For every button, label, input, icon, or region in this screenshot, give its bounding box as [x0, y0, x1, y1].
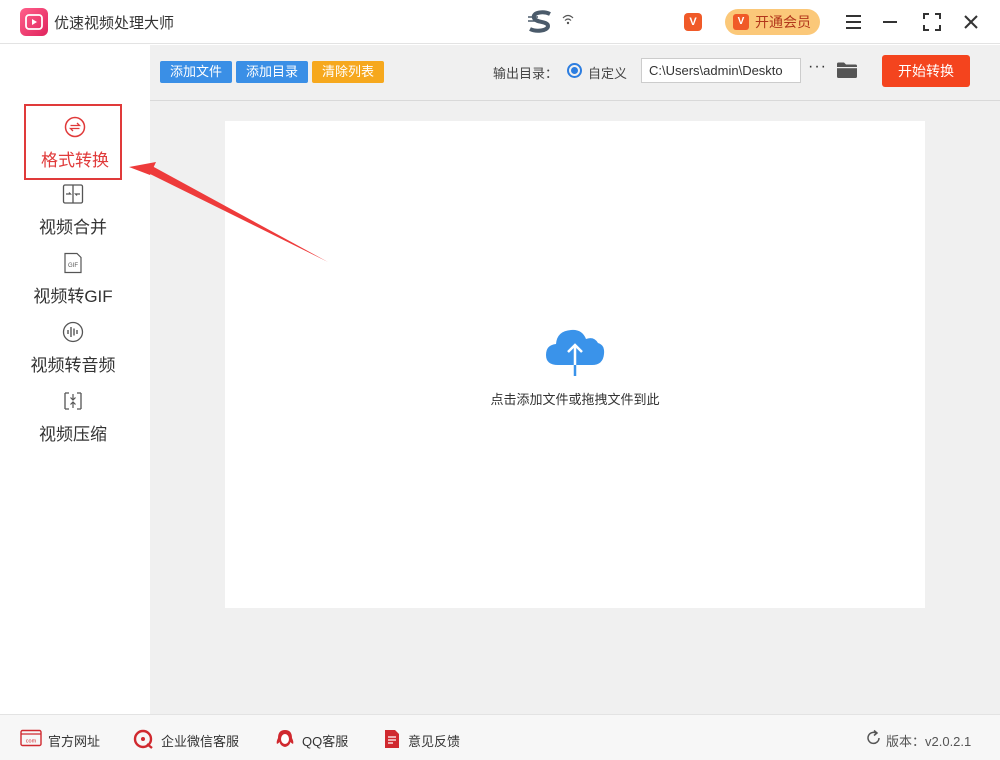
brand-s-icon: [526, 10, 556, 39]
website-label: 官方网址: [48, 734, 101, 749]
sidebar-item-video-to-audio[interactable]: 视频转音频: [24, 311, 122, 387]
feedback-icon: [382, 729, 402, 752]
merge-icon: [62, 183, 84, 205]
sidebar-item-video-compress[interactable]: 视频压缩: [24, 380, 122, 456]
website-icon: com: [20, 729, 42, 750]
clear-list-button[interactable]: 清除列表: [312, 61, 384, 83]
sidebar-item-label: 格式转换: [41, 151, 109, 170]
vip-button-label: 开通会员: [755, 14, 811, 30]
cloud-upload-icon: [544, 325, 606, 382]
drop-hint: 点击添加文件或拖拽文件到此: [490, 392, 660, 407]
qq-support-label: QQ客服: [302, 734, 349, 749]
convert-icon: [64, 116, 86, 138]
svg-text:com: com: [26, 739, 37, 745]
file-drop-zone[interactable]: 点击添加文件或拖拽文件到此: [225, 121, 925, 608]
wechat-support-link[interactable]: 企业微信客服: [133, 729, 253, 749]
open-membership-button[interactable]: V 开通会员: [725, 9, 820, 35]
title-bar: 优速视频处理大师 V V 开通会员: [0, 0, 1000, 44]
svg-text:GIF: GIF: [68, 263, 78, 269]
app-logo-icon: [20, 8, 48, 36]
app-title: 优速视频处理大师: [54, 15, 175, 32]
custom-radio-label[interactable]: 自定义: [588, 63, 627, 82]
sidebar-item-video-merge[interactable]: 视频合并: [24, 173, 122, 249]
sidebar: 格式转换 视频合并 GIF 视频转GIF 视频转音频 视频压缩: [0, 45, 150, 714]
folder-icon[interactable]: [836, 61, 858, 84]
wechat-support-label: 企业微信客服: [161, 734, 240, 749]
vip-icon[interactable]: V: [684, 13, 702, 31]
close-icon[interactable]: [959, 10, 983, 34]
official-website-link[interactable]: com 官方网址: [20, 729, 110, 749]
qq-icon: [274, 729, 296, 752]
maximize-icon[interactable]: [920, 10, 944, 34]
refresh-icon[interactable]: [866, 729, 882, 750]
sidebar-item-format-convert[interactable]: 格式转换: [24, 104, 122, 180]
compress-icon: [62, 390, 84, 412]
main-panel: 添加文件 添加目录 清除列表 输出目录： 自定义 ··· 开始转换 点击添加文件…: [150, 45, 1000, 714]
minimize-icon[interactable]: [878, 10, 902, 34]
wifi-icon: [562, 12, 574, 29]
more-options-button[interactable]: ···: [808, 58, 827, 76]
wechat-support-icon: [133, 729, 155, 752]
vip-badge-icon: V: [733, 14, 749, 30]
audio-wave-icon: [62, 321, 84, 343]
add-directory-button[interactable]: 添加目录: [236, 61, 308, 83]
output-path-input[interactable]: [641, 58, 801, 83]
custom-radio[interactable]: [567, 63, 582, 78]
sidebar-item-label: 视频压缩: [39, 425, 107, 444]
feedback-label: 意见反馈: [408, 734, 461, 749]
qq-support-link[interactable]: QQ客服: [274, 729, 364, 749]
start-convert-button[interactable]: 开始转换: [882, 55, 970, 87]
sidebar-item-label: 视频合并: [39, 218, 107, 237]
sidebar-item-label: 视频转GIF: [33, 287, 113, 306]
toolbar: 添加文件 添加目录 清除列表 输出目录： 自定义 ··· 开始转换: [150, 45, 1000, 101]
footer: com 官方网址 企业微信客服 QQ客服 意见反馈 版本：v2.0.2.1: [0, 714, 1000, 760]
output-dir-label: 输出目录：: [493, 66, 559, 81]
version-text: 版本：v2.0.2.1: [886, 734, 972, 749]
add-file-button[interactable]: 添加文件: [160, 61, 232, 83]
menu-icon[interactable]: [842, 10, 866, 34]
sidebar-item-video-to-gif[interactable]: GIF 视频转GIF: [24, 242, 122, 318]
sidebar-item-label: 视频转音频: [30, 356, 116, 375]
feedback-link[interactable]: 意见反馈: [382, 729, 472, 749]
gif-file-icon: GIF: [62, 252, 84, 274]
